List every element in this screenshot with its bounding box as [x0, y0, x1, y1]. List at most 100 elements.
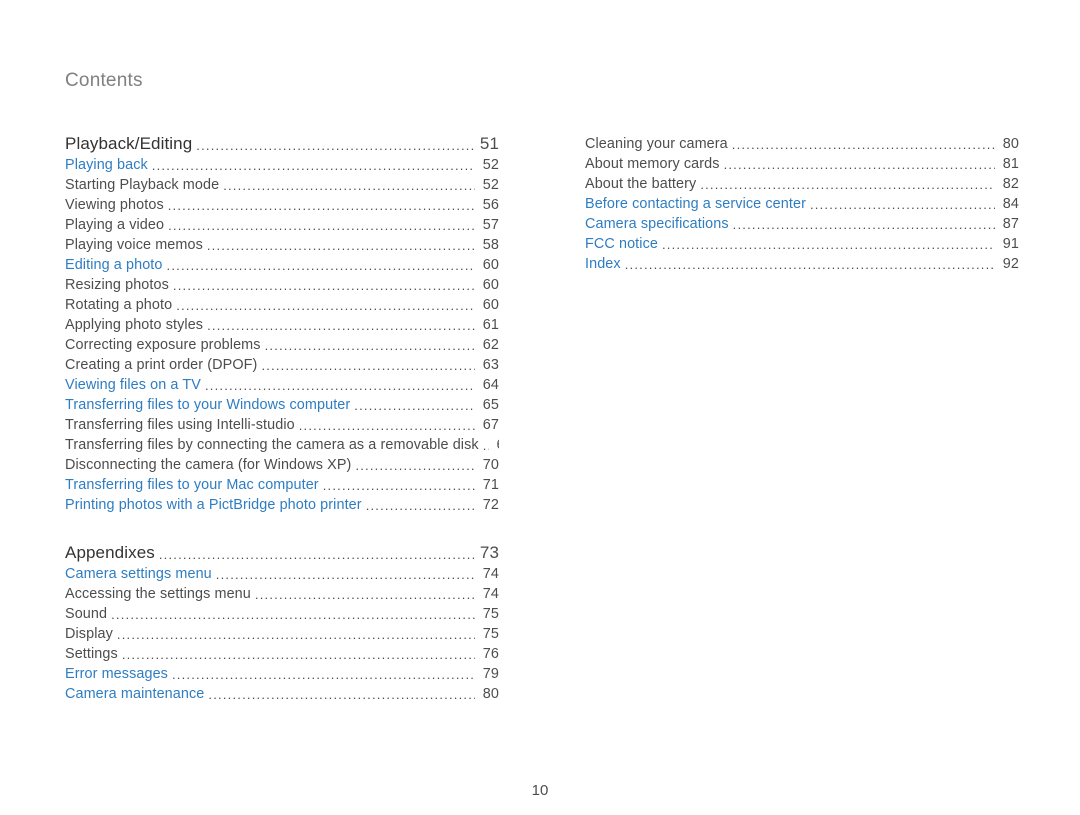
toc-entry[interactable]: FCC notice..............................…: [585, 234, 1019, 254]
toc-leader-dots: ........................................…: [729, 215, 995, 234]
toc-entry-page: 84: [995, 194, 1019, 214]
toc-entry[interactable]: Camera settings menu....................…: [65, 564, 499, 584]
toc-entry[interactable]: Transferring files to your Windows compu…: [65, 395, 499, 415]
toc-leader-dots: ........................................…: [168, 665, 475, 684]
toc-entry-title: Camera settings menu: [65, 564, 212, 584]
toc-leader-dots: ........................................…: [113, 625, 475, 644]
toc-entry-page: 92: [995, 254, 1019, 274]
toc-leader-dots: ........................................…: [107, 605, 475, 624]
toc-entry-title: Starting Playback mode: [65, 175, 219, 195]
toc-leader-dots: ........................................…: [118, 645, 475, 664]
toc-leader-dots: ........................................…: [362, 496, 475, 515]
toc-entry-title: Cleaning your camera: [585, 134, 728, 154]
toc-entry[interactable]: Accessing the settings menu.............…: [65, 584, 499, 604]
toc-entry-page: 87: [995, 214, 1019, 234]
toc-leader-dots: ........................................…: [696, 175, 995, 194]
toc-entry-page: 56: [475, 195, 499, 215]
toc-entry-title: Transferring files by connecting the cam…: [65, 435, 479, 455]
toc-entry-title: Error messages: [65, 664, 168, 684]
toc-entry[interactable]: Playing a video.........................…: [65, 215, 499, 235]
toc-leader-dots: ........................................…: [212, 565, 475, 584]
toc-entry[interactable]: Rotating a photo........................…: [65, 295, 499, 315]
toc-entry[interactable]: Transferring files using Intelli-studio.…: [65, 415, 499, 435]
toc-entry[interactable]: About memory cards......................…: [585, 154, 1019, 174]
toc-entry-page: 80: [995, 134, 1019, 154]
toc-entry-page: 71: [475, 475, 499, 495]
toc-entry-page: 52: [475, 175, 499, 195]
toc-entry-title: Camera specifications: [585, 214, 729, 234]
toc-entry-title: Playback/Editing: [65, 134, 192, 154]
toc-leader-dots: ........................................…: [350, 396, 475, 415]
toc-leader-dots: ........................................…: [806, 195, 995, 214]
toc-entry[interactable]: Applying photo styles...................…: [65, 315, 499, 335]
toc-entry[interactable]: About the battery.......................…: [585, 174, 1019, 194]
page-title: Contents: [65, 70, 1015, 92]
toc-entry-page: 62: [475, 335, 499, 355]
toc-entry[interactable]: Viewing files on a TV...................…: [65, 375, 499, 395]
toc-entry-page: 51: [475, 134, 499, 154]
toc-entry-page: 76: [475, 644, 499, 664]
toc-entry-page: 74: [475, 564, 499, 584]
toc-column-left: Playback/Editing........................…: [65, 134, 499, 704]
toc-entry[interactable]: Before contacting a service center......…: [585, 194, 1019, 214]
toc-leader-dots: ........................................…: [251, 585, 475, 604]
toc-entry[interactable]: Playback/Editing........................…: [65, 134, 499, 155]
toc-entry-page: 64: [475, 375, 499, 395]
toc-entry[interactable]: Transferring files to your Mac computer.…: [65, 475, 499, 495]
toc-entry[interactable]: Starting Playback mode..................…: [65, 175, 499, 195]
toc-entry-title: FCC notice: [585, 234, 658, 254]
toc-entry-page: 82: [995, 174, 1019, 194]
toc-entry[interactable]: Display.................................…: [65, 624, 499, 644]
toc-entry[interactable]: Camera specifications...................…: [585, 214, 1019, 234]
toc-entry-page: 57: [475, 215, 499, 235]
toc-entry[interactable]: Creating a print order (DPOF)...........…: [65, 355, 499, 375]
toc-entry[interactable]: Disconnecting the camera (for Windows XP…: [65, 455, 499, 475]
toc-entry-title: Viewing files on a TV: [65, 375, 201, 395]
toc-entry-title: Display: [65, 624, 113, 644]
toc-entry-page: 74: [475, 584, 499, 604]
toc-entry-title: Applying photo styles: [65, 315, 203, 335]
toc-leader-dots: ........................................…: [257, 356, 475, 375]
toc-entry-page: 73: [475, 543, 499, 563]
toc-entry[interactable]: Camera maintenance......................…: [65, 684, 499, 704]
toc-entry[interactable]: Error messages..........................…: [65, 664, 499, 684]
toc-leader-dots: ........................................…: [319, 476, 475, 495]
contents-page: Contents Playback/Editing...............…: [0, 0, 1080, 815]
toc-leader-dots: ........................................…: [164, 216, 475, 235]
toc-entry-title: Disconnecting the camera (for Windows XP…: [65, 455, 351, 475]
toc-entry-page: 58: [475, 235, 499, 255]
toc-entry-page: 61: [475, 315, 499, 335]
toc-entry-page: 69: [489, 435, 499, 455]
toc-entry[interactable]: Playing voice memos.....................…: [65, 235, 499, 255]
toc-entry-page: 52: [475, 155, 499, 175]
toc-entry[interactable]: Appendixes..............................…: [65, 543, 499, 564]
toc-entry[interactable]: Cleaning your camera....................…: [585, 134, 1019, 154]
toc-leader-dots: ........................................…: [163, 256, 475, 275]
toc-entry[interactable]: Correcting exposure problems............…: [65, 335, 499, 355]
toc-entry[interactable]: Playing back............................…: [65, 155, 499, 175]
toc-leader-dots: ........................................…: [728, 135, 995, 154]
toc-entry-title: About memory cards: [585, 154, 720, 174]
toc-leader-dots: ........................................…: [203, 236, 475, 255]
toc-entry[interactable]: Editing a photo.........................…: [65, 255, 499, 275]
toc-entry-page: 79: [475, 664, 499, 684]
toc-entry[interactable]: Printing photos with a PictBridge photo …: [65, 495, 499, 515]
toc-leader-dots: ........................................…: [658, 235, 995, 254]
toc-entry[interactable]: Resizing photos.........................…: [65, 275, 499, 295]
toc-column-right: Cleaning your camera....................…: [585, 134, 1019, 704]
toc-entry-title: Transferring files to your Mac computer: [65, 475, 319, 495]
toc-entry[interactable]: Transferring files by connecting the cam…: [65, 435, 499, 455]
toc-entry[interactable]: Index...................................…: [585, 254, 1019, 274]
toc-entry[interactable]: Settings................................…: [65, 644, 499, 664]
toc-entry[interactable]: Sound...................................…: [65, 604, 499, 624]
toc-leader-dots: ........................................…: [172, 296, 475, 315]
toc-entry-title: About the battery: [585, 174, 696, 194]
toc-leader-dots: ........................................…: [201, 376, 475, 395]
toc-leader-dots: ........................................…: [621, 255, 995, 274]
toc-entry-title: Playing a video: [65, 215, 164, 235]
toc-entry-title: Printing photos with a PictBridge photo …: [65, 495, 362, 515]
toc-leader-dots: ........................................…: [203, 316, 475, 335]
toc-entry-page: 60: [475, 295, 499, 315]
toc-entry[interactable]: Viewing photos..........................…: [65, 195, 499, 215]
toc-entry-title: Playing voice memos: [65, 235, 203, 255]
